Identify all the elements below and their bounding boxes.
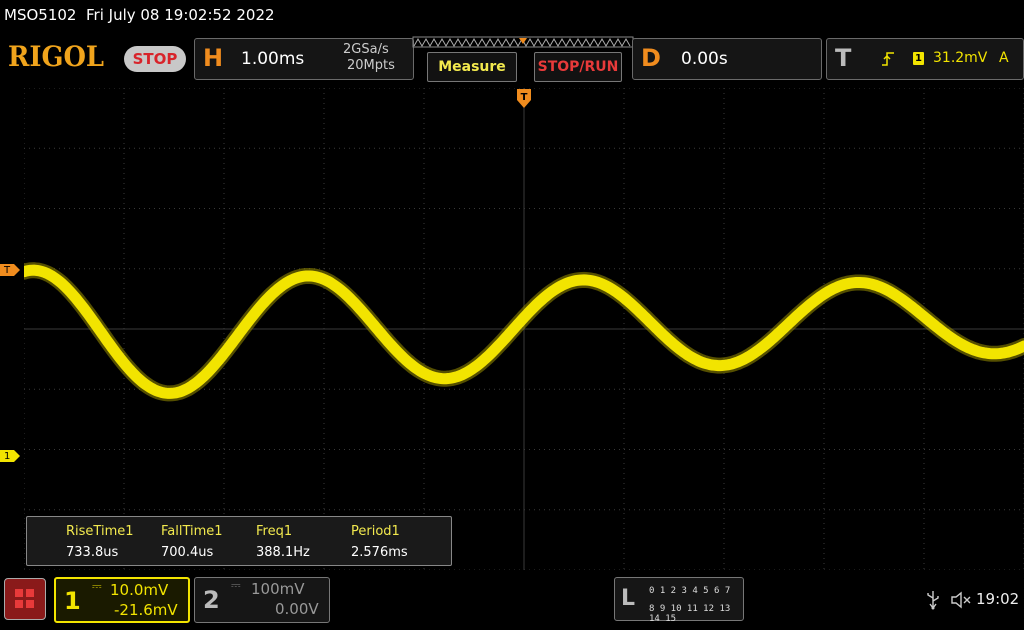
trigger-level: 31.2mV (933, 50, 988, 66)
trigger-mode: A (999, 50, 1009, 66)
horizontal-panel[interactable]: H 1.00ms 2GSa/s 20Mpts (194, 38, 414, 80)
measurement-value: 388.1Hz (256, 545, 310, 560)
measurement-label: RiseTime1 (66, 524, 134, 539)
waveform-position-indicator[interactable] (412, 36, 634, 50)
trigger-panel[interactable]: T 1 31.2mV A (826, 38, 1024, 80)
timebase-value: 1.00ms (241, 49, 305, 69)
channel-1-panel[interactable]: 1 ⎓ 10.0mV -21.6mV (54, 577, 190, 623)
logic-channels-row-1: 0 1 2 3 4 5 6 7 (649, 586, 731, 596)
trigger-level-marker[interactable]: T (0, 264, 20, 276)
trigger-position-letter: T (521, 92, 528, 103)
model-name: MSO5102 (4, 6, 77, 24)
system-clock: 19:02 (976, 590, 1020, 608)
channel-2-panel[interactable]: 2 ⎓ 100mV 0.00V (194, 577, 330, 623)
sample-rate: 2GSa/s (343, 42, 389, 57)
channel-1-scale: 10.0mV (110, 581, 169, 599)
measurement-value: 2.576ms (351, 545, 408, 560)
logic-analyzer-panel[interactable]: L 0 1 2 3 4 5 6 7 8 9 10 11 12 13 14 15 (614, 577, 744, 624)
channel-2-number: 2 (203, 586, 220, 614)
usb-icon (927, 591, 939, 610)
measurement-value: 700.4us (161, 545, 214, 560)
waveform-display[interactable] (24, 88, 1024, 570)
horizontal-letter: H (203, 44, 224, 72)
logic-letter: L (621, 586, 636, 611)
measurement-panel[interactable]: RiseTime1 733.8us FallTime1 700.4us Freq… (26, 516, 452, 566)
trigger-source-badge: 1 (913, 52, 924, 65)
trigger-letter: T (835, 44, 852, 72)
delay-panel[interactable]: D 0.00s (632, 38, 822, 80)
brand-logo: RIGOL (8, 40, 105, 73)
logic-channels-row-2: 8 9 10 11 12 13 14 15 (649, 604, 731, 624)
grid-menu-icon (15, 589, 34, 608)
channel-1-number: 1 (64, 587, 81, 615)
rising-edge-icon (882, 52, 894, 66)
channel-2-offset: 0.00V (275, 600, 319, 618)
stop-run-button[interactable]: STOP/RUN (534, 52, 622, 82)
measurement-label: FallTime1 (161, 524, 223, 539)
title-bar: MSO5102 Fri July 08 19:02:52 2022 (4, 6, 275, 24)
channel-1-offset: -21.6mV (114, 601, 178, 619)
measurement-value: 733.8us (66, 545, 119, 560)
measurement-label: Period1 (351, 524, 400, 539)
run-status-badge[interactable]: STOP (124, 46, 186, 72)
measure-button[interactable]: Measure (427, 52, 517, 82)
datetime: Fri July 08 19:02:52 2022 (86, 6, 275, 24)
dc-coupling-icon: ⎓ (92, 579, 102, 593)
channel-2-scale: 100mV (251, 580, 305, 598)
delay-value: 0.00s (681, 49, 728, 69)
dc-coupling-icon: ⎓ (231, 578, 241, 592)
measurement-label: Freq1 (256, 524, 293, 539)
trigger-position-marker[interactable]: T (516, 88, 532, 110)
memory-depth: 20Mpts (347, 58, 395, 73)
delay-letter: D (641, 44, 661, 72)
menu-button[interactable] (4, 578, 46, 620)
speaker-muted-icon[interactable] (950, 590, 972, 610)
ch1-offset-marker[interactable]: 1 (0, 450, 20, 462)
